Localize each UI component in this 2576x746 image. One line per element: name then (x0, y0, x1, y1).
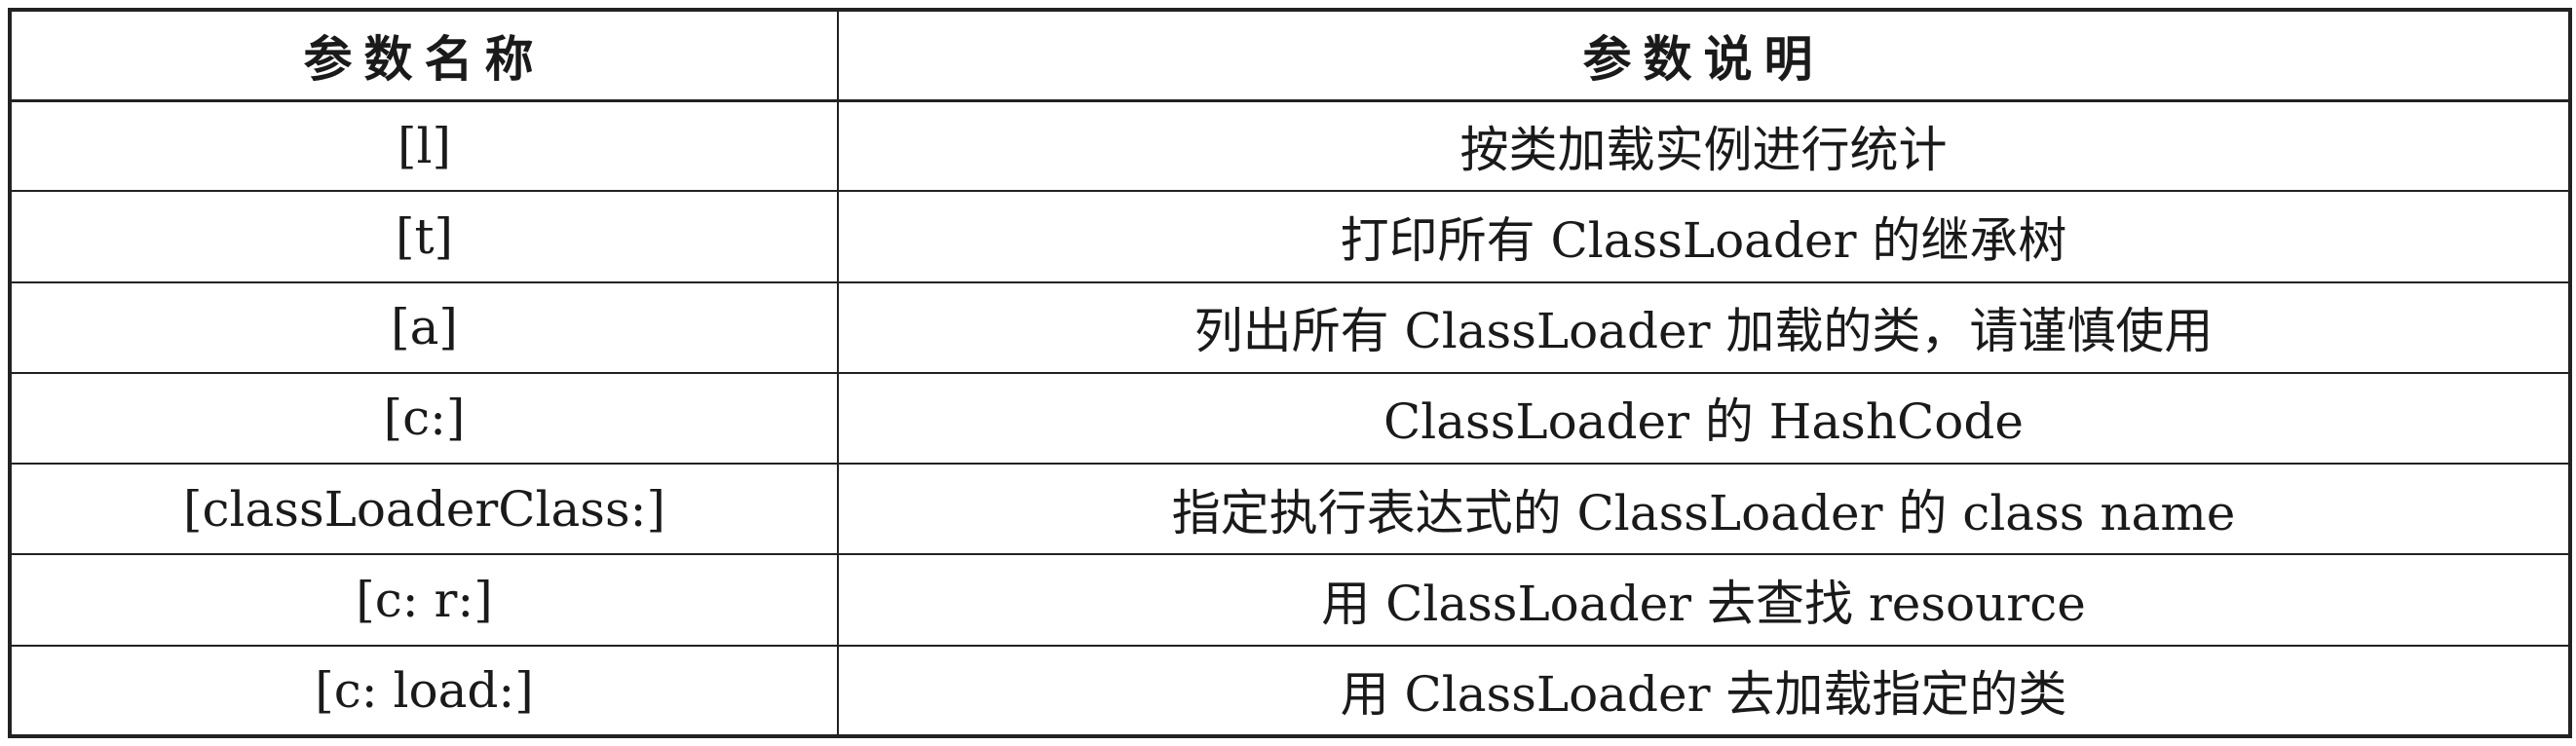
param-name-cell: [l] (9, 98, 839, 193)
param-desc-cell: 打印所有 ClassLoader 的继承树 (837, 190, 2571, 283)
param-desc-cell: 指定执行表达式的 ClassLoader 的 class name (837, 463, 2571, 556)
param-desc-cell: ClassLoader 的 HashCode (837, 371, 2571, 466)
param-name-cell: [classLoaderClass:] (9, 463, 839, 556)
table-row: [c: load:] 用 ClassLoader 去加载指定的类 (9, 644, 2571, 738)
param-name-cell: [t] (9, 190, 839, 283)
param-desc-cell: 按类加载实例进行统计 (837, 98, 2571, 193)
table-row: [c: r:] 用 ClassLoader 去查找 resource (9, 553, 2571, 647)
table-row: [t] 打印所有 ClassLoader 的继承树 (9, 190, 2571, 283)
param-desc-cell: 列出所有 ClassLoader 加载的类，请谨慎使用 (837, 280, 2571, 374)
header-param-name: 参数名称 (9, 9, 839, 102)
parameter-table-container: 参数名称 参数说明 [l] 按类加载实例进行统计 [t] 打印所有 ClassL… (8, 8, 2572, 738)
parameter-table: 参数名称 参数说明 [l] 按类加载实例进行统计 [t] 打印所有 ClassL… (8, 8, 2572, 738)
param-desc-cell: 用 ClassLoader 去加载指定的类 (837, 644, 2571, 738)
param-desc-cell: 用 ClassLoader 去查找 resource (837, 553, 2571, 647)
table-header-row: 参数名称 参数说明 (9, 9, 2571, 102)
table-row: [c:] ClassLoader 的 HashCode (9, 371, 2571, 466)
table-row: [l] 按类加载实例进行统计 (9, 98, 2571, 193)
header-param-desc: 参数说明 (837, 9, 2571, 102)
param-name-cell: [c:] (9, 371, 839, 466)
table-row: [classLoaderClass:] 指定执行表达式的 ClassLoader… (9, 463, 2571, 556)
table-row: [a] 列出所有 ClassLoader 加载的类，请谨慎使用 (9, 280, 2571, 374)
param-name-cell: [a] (9, 280, 839, 374)
param-name-cell: [c: load:] (9, 644, 839, 738)
param-name-cell: [c: r:] (9, 553, 839, 647)
